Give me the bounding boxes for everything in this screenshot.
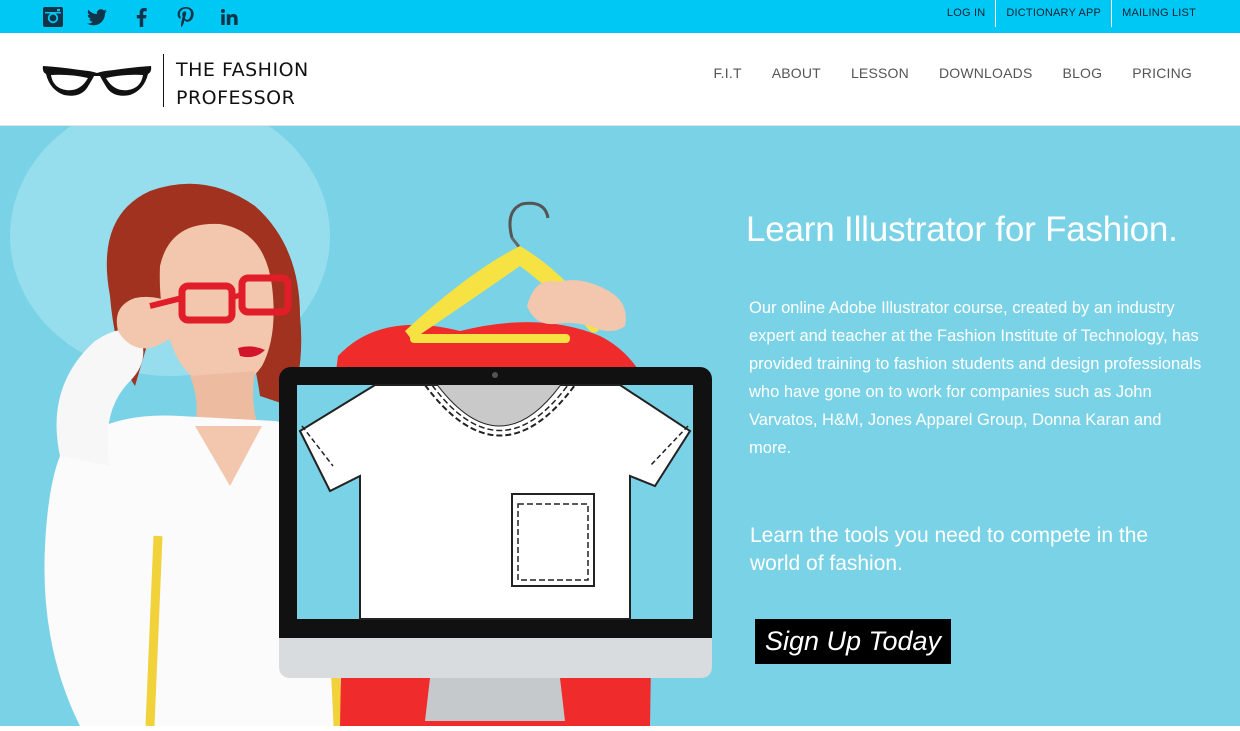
social-links	[42, 6, 262, 28]
sign-up-button[interactable]: Sign Up Today	[755, 619, 951, 664]
mailing-list-link[interactable]: MAILING LIST	[1111, 0, 1240, 27]
site-logo[interactable]: THE FASHION PROFESSOR	[40, 54, 320, 109]
linkedin-icon[interactable]	[218, 6, 240, 28]
hero-tagline: Learn the tools you need to compete in t…	[750, 524, 1149, 575]
dictionary-app-link[interactable]: DICTIONARY APP	[995, 0, 1111, 27]
utility-links: LOG IN DICTIONARY APP MAILING LIST	[937, 0, 1240, 27]
nav-item-about[interactable]: ABOUT	[772, 65, 821, 81]
hero-section: Learn Illustrator for Fashion. Our onlin…	[0, 126, 1240, 726]
logo-divider	[163, 54, 164, 107]
main-nav: F.I.T ABOUT LESSON DOWNLOADS BLOG PRICIN…	[683, 65, 1192, 81]
site-header: THE FASHION PROFESSOR F.I.T ABOUT LESSON…	[0, 33, 1240, 126]
pinterest-icon[interactable]	[174, 6, 196, 28]
logo-text: THE FASHION PROFESSOR	[176, 56, 309, 112]
nav-item-pricing[interactable]: PRICING	[1132, 65, 1192, 81]
logo-line-2: PROFESSOR	[176, 87, 296, 109]
nav-item-fit[interactable]: F.I.T	[713, 65, 741, 81]
login-link[interactable]: LOG IN	[937, 0, 996, 27]
instagram-icon[interactable]	[42, 6, 64, 28]
nav-item-blog[interactable]: BLOG	[1063, 65, 1103, 81]
page-bottom-strip	[0, 726, 1240, 731]
nav-item-lesson[interactable]: LESSON	[851, 65, 909, 81]
logo-line-1: THE FASHION	[176, 59, 309, 81]
hero-description: Our online Adobe Illustrator course, cre…	[749, 299, 1202, 457]
hero-title: Learn Illustrator for Fashion.	[746, 210, 1178, 249]
glasses-logo-icon	[42, 66, 152, 96]
nav-item-downloads[interactable]: DOWNLOADS	[939, 65, 1033, 81]
twitter-icon[interactable]	[86, 6, 108, 28]
hero-illustration	[10, 126, 712, 726]
facebook-icon[interactable]	[130, 6, 152, 28]
top-bar: LOG IN DICTIONARY APP MAILING LIST	[0, 0, 1240, 33]
